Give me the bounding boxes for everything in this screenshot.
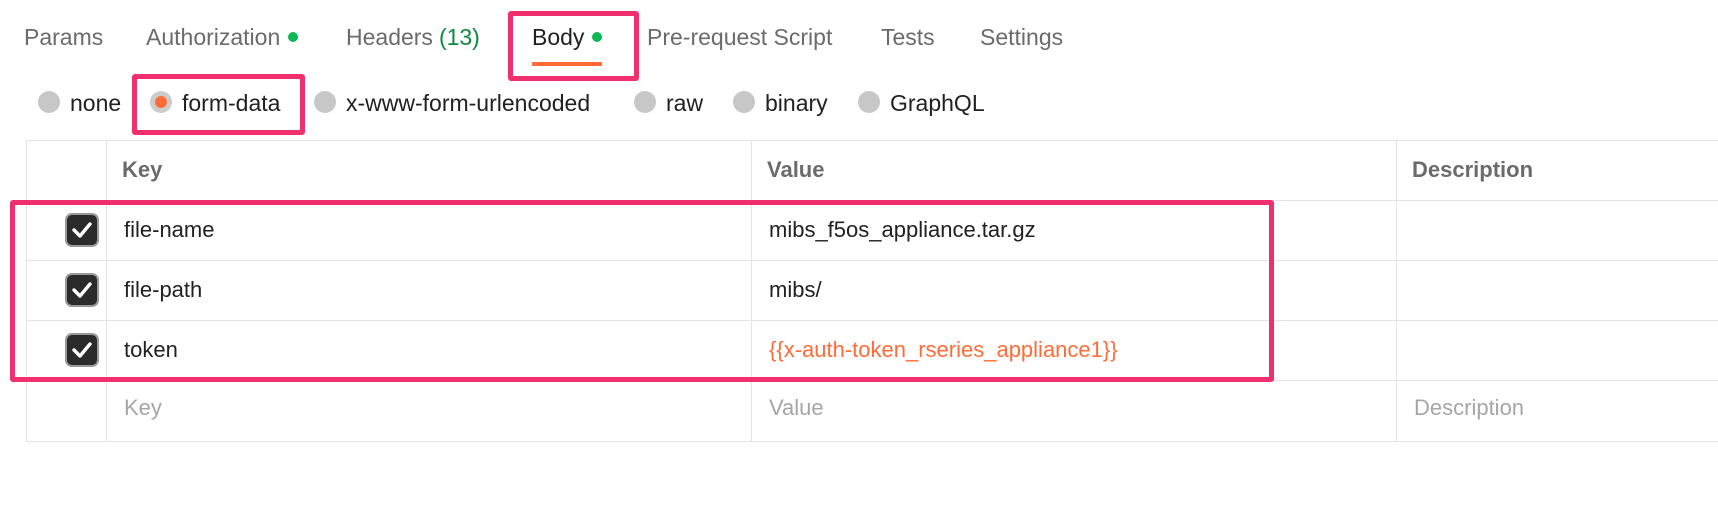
table-divider [26,200,1718,201]
tab-tests[interactable]: Tests [881,22,935,52]
table-divider [751,140,752,442]
tab-params[interactable]: Params [24,22,103,52]
checkmark-icon [72,342,92,358]
radio-label: GraphQL [890,90,985,116]
row-enabled-checkbox[interactable] [67,275,97,305]
row-key[interactable]: token [124,337,178,363]
tab-label: Tests [881,24,935,50]
tab-pre-request-script[interactable]: Pre-request Script [647,22,832,52]
tab-body[interactable]: Body [532,22,603,66]
table-divider [26,380,1718,381]
table-divider [26,140,27,442]
tab-label: Pre-request Script [647,24,833,50]
new-value-input[interactable]: Value [769,395,824,421]
table-divider [106,140,107,442]
tab-settings[interactable]: Settings [980,22,1063,52]
tab-label: Authorization [146,24,281,50]
row-value-variable[interactable]: {{x-auth-token_rseries_appliance1}} [769,337,1118,363]
row-value[interactable]: mibs/ [769,277,822,303]
radio-unchecked-icon [38,91,60,113]
tab-label: Settings [980,24,1064,50]
row-key[interactable]: file-path [124,277,202,303]
row-value[interactable]: mibs_f5os_appliance.tar.gz [769,217,1036,243]
radio-unchecked-icon [858,91,880,113]
status-dot-icon [592,31,603,42]
radio-unchecked-icon [733,91,755,113]
tab-label: Params [24,24,104,50]
radio-label: form-data [182,90,281,116]
tab-authorization[interactable]: Authorization [146,22,299,52]
table-divider [26,140,1718,141]
request-tabs: Params Authorization Headers (13) Body Pr… [0,0,1718,70]
radio-label: raw [666,90,704,116]
new-key-input[interactable]: Key [124,395,162,421]
checkmark-icon [72,282,92,298]
table-divider [26,320,1718,321]
table-divider [1396,140,1397,442]
row-enabled-checkbox[interactable] [67,335,97,365]
column-header-value: Value [767,157,825,182]
status-dot-icon [288,31,299,42]
tab-headers[interactable]: Headers (13) [346,22,480,52]
row-enabled-checkbox[interactable] [67,215,97,245]
tab-label: Headers [346,24,433,50]
column-header-description: Description [1412,157,1534,182]
checkmark-icon [72,222,92,238]
active-tab-underline [532,62,603,66]
radio-label: none [70,90,122,116]
column-header-key: Key [122,157,163,182]
table-divider [26,260,1718,261]
table-divider [26,441,1718,442]
new-description-input[interactable]: Description [1414,395,1524,421]
radio-label: binary [765,90,828,116]
tab-label: Body [532,24,585,50]
form-data-table: Key Value Description file-name mibs_f5o… [26,140,1718,442]
radio-label: x-www-form-urlencoded [346,90,591,116]
headers-count-badge: (13) [438,24,480,50]
radio-unchecked-icon [314,91,336,113]
row-key[interactable]: file-name [124,217,214,243]
radio-checked-icon [150,91,172,113]
radio-unchecked-icon [634,91,656,113]
